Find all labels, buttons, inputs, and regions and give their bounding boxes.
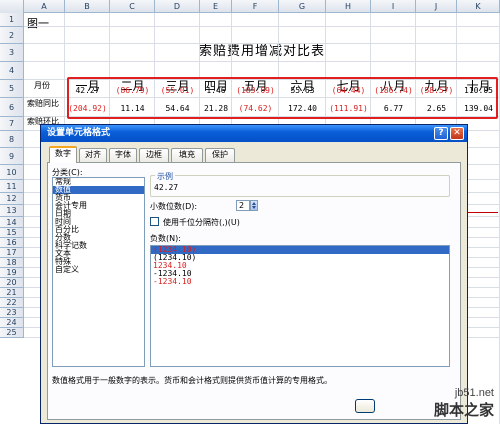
column-header-c[interactable]: C <box>110 0 155 13</box>
row-header-7[interactable]: 7 <box>0 117 24 131</box>
row-header-15[interactable]: 15 <box>0 228 24 238</box>
thousands-separator-checkbox[interactable] <box>150 217 159 226</box>
row-header-11[interactable]: 11 <box>0 180 24 193</box>
watermark-site: jb51.net <box>454 387 494 399</box>
decimal-places-input[interactable]: 2 <box>236 200 250 211</box>
row-header-16[interactable]: 16 <box>0 238 24 248</box>
row-header-22[interactable]: 22 <box>0 298 24 308</box>
column-header-a[interactable]: A <box>24 0 65 13</box>
column-header-k[interactable]: K <box>457 0 500 13</box>
negative-numbers-label: 负数(N): <box>150 234 181 243</box>
column-header-bar: ABCDEFGHIJK <box>0 0 500 13</box>
negative-format-item[interactable]: 1234.10 <box>151 262 449 270</box>
row-header-19[interactable]: 19 <box>0 268 24 278</box>
watermark-name: 脚本之家 <box>433 401 494 419</box>
row-header-6[interactable]: 6 <box>0 98 24 117</box>
negative-format-item[interactable]: -1234.10 <box>151 270 449 278</box>
negative-format-item[interactable]: -1234.10 <box>151 278 449 286</box>
row-header-14[interactable]: 14 <box>0 217 24 228</box>
negative-numbers-list[interactable]: (1234.10) (1234.10) 1234.10 -1234.10 -1234.1… <box>150 245 450 367</box>
column-header-b[interactable]: B <box>65 0 110 13</box>
row-header-20[interactable]: 20 <box>0 278 24 288</box>
row-header-4[interactable]: 4 <box>0 62 24 80</box>
negative-format-item[interactable]: (1234.10) <box>151 254 449 262</box>
tab-0[interactable]: 数字 <box>49 146 77 163</box>
row-header-17[interactable]: 17 <box>0 248 24 258</box>
row-header-12[interactable]: 12 <box>0 193 24 205</box>
grid-row-line <box>24 43 500 44</box>
highlighted-range <box>67 77 498 119</box>
category-item[interactable]: 自定义 <box>53 266 144 274</box>
row-header-21[interactable]: 21 <box>0 288 24 298</box>
column-header-e[interactable]: E <box>200 0 232 13</box>
tab-4[interactable]: 填充 <box>171 148 203 162</box>
row-header-25[interactable]: 25 <box>0 328 24 338</box>
spin-down-icon[interactable] <box>252 206 256 209</box>
watermark: jb51.net 脚本之家 <box>434 387 494 420</box>
tab-5[interactable]: 保护 <box>205 148 235 162</box>
sample-label: 示例 <box>155 171 175 182</box>
row-header-9[interactable]: 9 <box>0 148 24 165</box>
tab-3[interactable]: 边框 <box>139 148 169 162</box>
decimal-places-spinner[interactable] <box>250 200 258 211</box>
sample-value: 42.27 <box>154 183 179 192</box>
row-header-23[interactable]: 23 <box>0 308 24 318</box>
tab-1[interactable]: 对齐 <box>79 148 107 162</box>
format-description: 数值格式用于一般数字的表示。货币和会计格式则提供货币值计算的专用格式。 <box>52 376 332 385</box>
column-header-f[interactable]: F <box>232 0 279 13</box>
cell-a1[interactable]: 图一 <box>27 15 49 31</box>
sample-group: 示例 42.27 <box>150 171 450 197</box>
row-header-8[interactable]: 8 <box>0 131 24 148</box>
column-header-h[interactable]: H <box>326 0 371 13</box>
row-header-2[interactable]: 2 <box>0 27 24 44</box>
row-header-24[interactable]: 24 <box>0 318 24 328</box>
tab-2[interactable]: 字体 <box>109 148 137 162</box>
row-header-13[interactable]: 13 <box>0 205 24 217</box>
format-cells-dialog: 设置单元格格式 ? ✕ 数字 对齐 字体 边框 填充 保护 分类(C): 常规 数值 货币 会计… <box>40 124 468 424</box>
column-header-d[interactable]: D <box>155 0 200 13</box>
row-header-5[interactable]: 5 <box>0 80 24 98</box>
dialog-title: 设置单元格格式 <box>47 128 111 138</box>
tab-panel-number: 分类(C): 常规 数值 货币 会计专用 日期 时间 百分比 分数 科学记数 文本 特殊 自定义 示例… <box>47 162 461 420</box>
select-all-corner[interactable] <box>0 0 24 13</box>
thousands-separator-label: 使用千位分隔符(,)(U) <box>163 218 240 227</box>
row-header-10[interactable]: 10 <box>0 165 24 180</box>
category-list[interactable]: 常规 数值 货币 会计专用 日期 时间 百分比 分数 科学记数 文本 特殊 自定义 <box>52 177 145 367</box>
row-header-18[interactable]: 18 <box>0 258 24 268</box>
ok-button[interactable] <box>355 399 375 413</box>
column-header-j[interactable]: J <box>416 0 457 13</box>
close-button[interactable]: ✕ <box>450 127 464 140</box>
decimal-places-label: 小数位数(D): <box>150 202 198 211</box>
dialog-titlebar[interactable]: 设置单元格格式 ? ✕ <box>41 125 467 142</box>
help-button[interactable]: ? <box>434 127 448 140</box>
grid-row-line <box>24 26 500 27</box>
month-header-label[interactable]: 月份 <box>34 80 50 91</box>
row-header-3[interactable]: 3 <box>0 44 24 62</box>
column-header-i[interactable]: I <box>371 0 416 13</box>
row-header-1[interactable]: 1 <box>0 13 24 27</box>
column-header-g[interactable]: G <box>279 0 326 13</box>
spin-up-icon[interactable] <box>252 202 256 205</box>
row4-label[interactable]: 索赔同比 <box>27 98 59 109</box>
grid-row-line <box>24 61 500 62</box>
